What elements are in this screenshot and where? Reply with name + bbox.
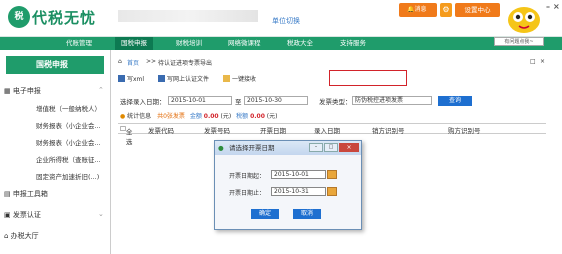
date-dialog: ● 请选择开票日期 – □ × 开票日期起： 2015-10-01 开票日期止：… [214,140,362,230]
help-bubble[interactable]: 有问题点我~ [494,37,544,46]
sidebar-item-hall[interactable]: ⌂ 办税大厅 [4,231,39,241]
start-date-input[interactable]: 2015-10-01 [271,170,326,179]
dialog-minimize-button[interactable]: – [309,143,323,152]
restore-icon[interactable]: □ [530,58,536,65]
dialog-icon: ● [218,144,224,152]
nav-support[interactable]: 支持服务 [340,37,366,50]
settings-button[interactable]: 设置中心 [455,3,500,17]
company-name-blurred [118,10,258,22]
logo-icon: 税 [8,6,30,28]
one-click-receive-button[interactable]: 一键接收 [222,75,256,83]
col-entry-date: 录入日期 [314,127,340,135]
save-icon [118,75,125,82]
dialog-titlebar: ● 请选择开票日期 – □ × [215,141,361,155]
close-window-button[interactable]: × [553,2,560,11]
gear-icon[interactable]: ⚙ [440,3,452,17]
type-label: 发票类型： [319,98,352,106]
nav-micro-course[interactable]: 网络微课程 [228,37,261,50]
invoice-icon: ▣ [4,211,13,219]
chevron-up-icon: ⌃ [98,86,104,94]
nav-tax-policy[interactable]: 税政大全 [287,37,313,50]
write-xml-button[interactable]: 写xml [118,75,144,83]
nav-training[interactable]: 财税培训 [176,37,202,50]
stats: ● 统计信息 共0张发票 金额 0.00 (元) 税额 0.00 (元) [120,113,278,120]
cancel-button[interactable]: 取消 [293,209,321,219]
query-button[interactable]: 查询 [438,96,472,106]
col-buyer-id: 购方识别号 [448,127,481,135]
toolbar: 写xml 写网上认证文件 一键接收 [118,74,256,83]
sidebar: 国税申报 ▦ 电子申报 ⌃ 增值税（一般纳税人） 财务报表（小企业会... 财务… [0,50,111,254]
sidebar-sub-report-2[interactable]: 财务报表（小企业会... [36,137,101,147]
invoice-type-select[interactable]: 防伪税控进项发票 [352,96,432,105]
sidebar-item-e-declaration[interactable]: ▦ 电子申报 [4,86,41,96]
write-upload-button[interactable]: 写网上认证文件 [158,75,209,83]
sidebar-sub-vat[interactable]: 增值税（一般纳税人） [36,103,101,113]
date-from-input[interactable]: 2015-10-01 [168,96,232,105]
sidebar-item-invoice-auth[interactable]: ▣ 发票认证 [4,210,41,220]
breadcrumb-current: 待认证进项专票导出 [158,60,213,67]
start-date-label: 开票日期起： [229,173,266,180]
home-icon: ⌂ [118,58,122,65]
date-to-input[interactable]: 2015-10-30 [244,96,308,105]
save-icon [158,75,165,82]
dialog-title: 请选择开票日期 [229,144,275,152]
to-label: 至 [235,98,242,106]
date-label: 选择录入日期： [120,98,166,106]
dialog-maximize-button[interactable]: □ [324,143,338,152]
ok-button[interactable]: 确定 [251,209,279,219]
select-all-checkbox[interactable]: ☐ 全选 [120,125,132,146]
grid-icon: ▦ [4,87,13,95]
sidebar-title: 国税申报 [6,56,104,74]
end-date-label: 开票日期止： [229,190,266,197]
nav-tax-declaration[interactable]: 国税申报 [115,37,153,50]
calendar-icon[interactable] [327,187,337,196]
sidebar-sub-depreciation[interactable]: 固定资产加速折旧(...) [36,171,99,181]
messages-button[interactable]: 🔔消息 [399,3,437,17]
minimize-button[interactable]: – [546,2,550,11]
toolbox-icon: ▤ [4,190,13,198]
end-date-input[interactable]: 2015-10-31 [271,187,326,196]
col-invoice-code: 发票代码 [148,127,174,135]
dialog-close-button[interactable]: × [339,143,359,152]
app-name: 代税无忧 [32,9,97,27]
unit-switch-link[interactable]: 单位切换 [272,16,300,26]
close-tab-icon[interactable]: × [540,58,545,65]
breadcrumb-sep: >> [146,58,157,65]
main-nav: 代账管理 国税申报 财税培训 网络微课程 税政大全 支持服务 [0,37,562,50]
nav-accounting[interactable]: 代账管理 [66,37,92,50]
receive-icon [222,75,230,82]
header: 税 代税无忧 单位切换 🔔消息 ⚙ 设置中心 – × [0,0,562,37]
sidebar-sub-report-1[interactable]: 财务报表（小企业会... [36,120,101,130]
table-header: ☐ 全选 发票代码 发票号码 开票日期 录入日期 销方识别号 购方识别号 [118,123,546,146]
sidebar-sub-income-tax[interactable]: 企业所得税（查账征... [36,154,101,164]
chevron-down-icon: ⌄ [98,210,104,218]
calendar-icon[interactable] [327,170,337,179]
mascot-image [508,7,540,33]
breadcrumb: ⌂ 首页 >> 待认证进项专票导出 □ × [112,58,550,68]
sidebar-item-toolbox[interactable]: ▤ 申报工具箱 [4,189,48,199]
col-invoice-number: 发票号码 [204,127,230,135]
home-icon: ⌂ [4,232,11,240]
col-seller-id: 销方识别号 [372,127,405,135]
highlight-box [329,70,407,86]
col-issue-date: 开票日期 [260,127,286,135]
breadcrumb-home[interactable]: 首页 [127,58,139,67]
